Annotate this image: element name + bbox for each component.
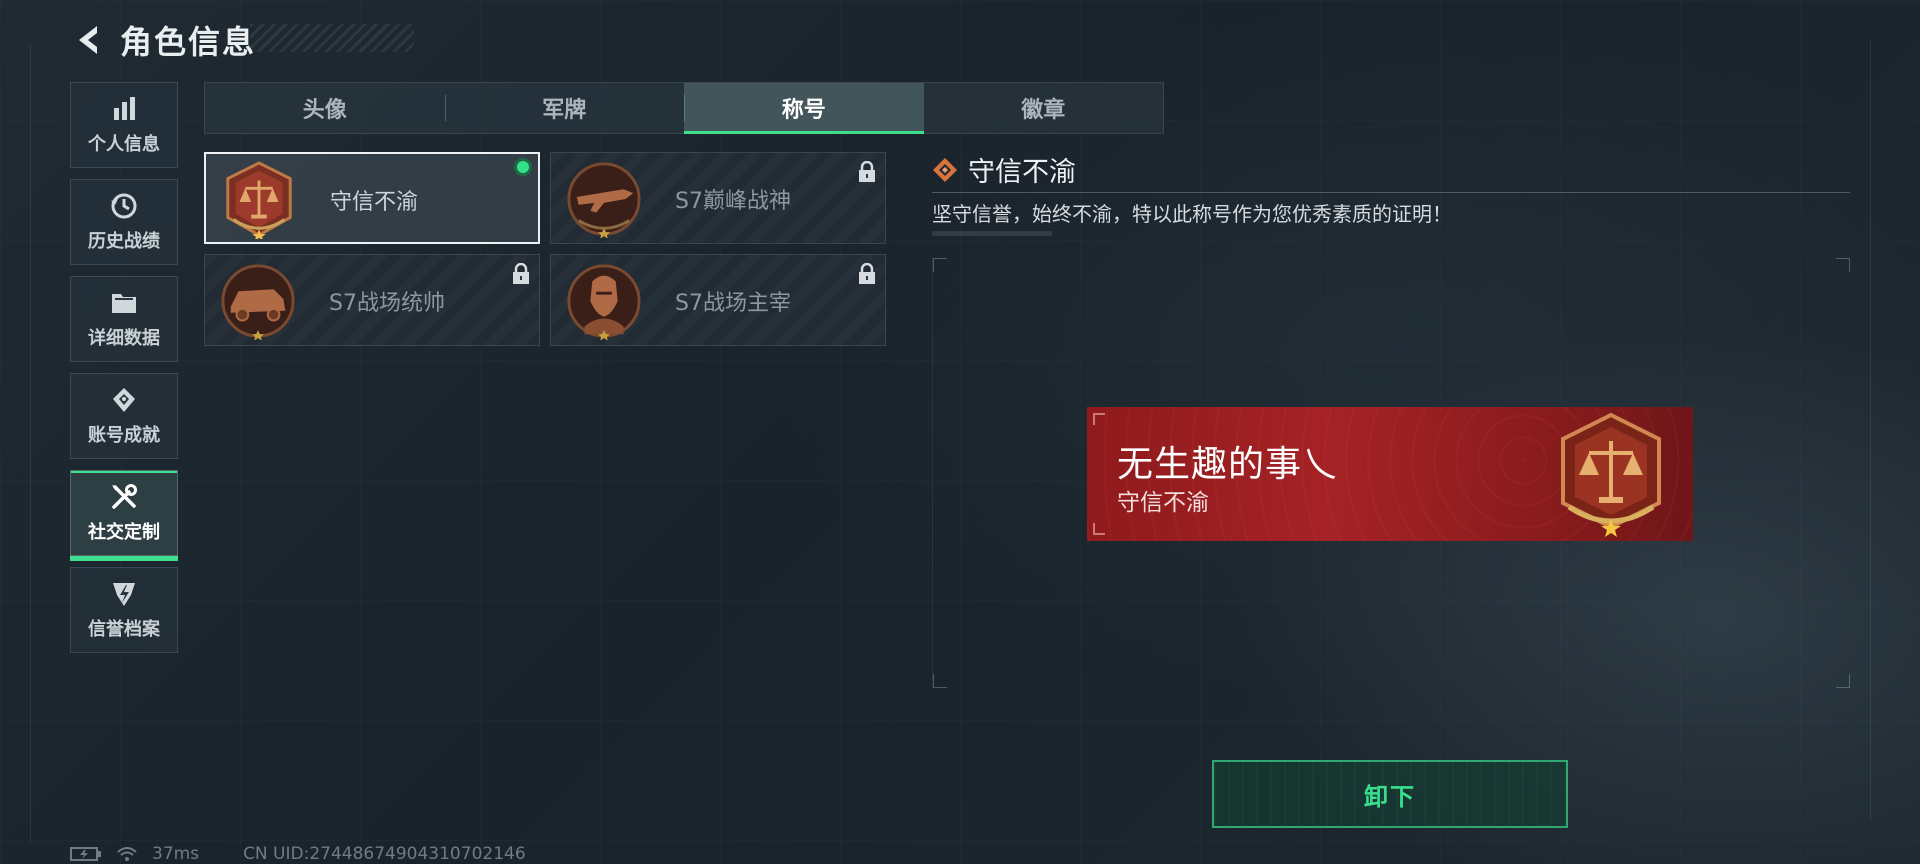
title-card-shouxin[interactable]: 守信不渝 bbox=[204, 152, 540, 244]
sidebar-item-social-customization[interactable]: 社交定制 bbox=[70, 470, 178, 561]
frame-corner bbox=[1836, 258, 1850, 272]
equipped-status-dot bbox=[514, 158, 532, 176]
sidebar-item-reputation[interactable]: 信誉档案 bbox=[70, 567, 178, 653]
achievement-icon bbox=[113, 388, 135, 412]
ping-text: 37ms bbox=[152, 844, 200, 864]
status-bar: 37ms CN UID:27448674904310702146 bbox=[70, 844, 526, 864]
detail-description: 坚守信誉，始终不渝，特以此称号作为您优秀素质的证明！ bbox=[932, 202, 1452, 226]
back-button[interactable] bbox=[66, 16, 114, 64]
category-tabs: 头像 军牌 称号 徽章 bbox=[204, 82, 1164, 134]
unequip-button[interactable]: 卸下 bbox=[1212, 760, 1568, 828]
lock-icon bbox=[859, 161, 875, 182]
tools-icon bbox=[112, 484, 137, 509]
title-card-label: S7战场统帅 bbox=[329, 291, 445, 316]
nameplate-title: 守信不渝 bbox=[1117, 490, 1209, 516]
detail-divider bbox=[932, 192, 1850, 193]
frame-corner bbox=[1836, 674, 1850, 688]
title-card-label: 守信不渝 bbox=[330, 190, 419, 215]
tab-badge[interactable]: 徽章 bbox=[924, 83, 1164, 133]
title-card-label: S7战场主宰 bbox=[675, 291, 791, 316]
sidebar-item-history[interactable]: 历史战绩 bbox=[70, 179, 178, 265]
tab-avatar[interactable]: 头像 bbox=[205, 83, 445, 133]
sidebar-item-label: 账号成就 bbox=[88, 425, 160, 446]
sidebar-item-achievements[interactable]: 账号成就 bbox=[70, 373, 178, 459]
sidebar-nav: 个人信息 历史战绩 详细数据 账号成就 社交定制 信誉档案 bbox=[70, 82, 180, 664]
back-arrow-icon bbox=[79, 26, 97, 54]
title-diamond-icon bbox=[933, 157, 957, 182]
uid-text: CN UID:27448674904310702146 bbox=[243, 844, 526, 864]
description-decoration-bar bbox=[932, 231, 1052, 236]
plate-corner bbox=[1093, 413, 1105, 425]
soldier-emblem-icon bbox=[567, 264, 641, 340]
title-card-s7-commander[interactable]: S7战场统帅 bbox=[204, 254, 540, 346]
frame-line-right bbox=[1870, 40, 1871, 820]
sidebar-item-label: 社交定制 bbox=[88, 522, 160, 543]
sidebar-item-detailed-data[interactable]: 详细数据 bbox=[70, 276, 178, 362]
sidebar-item-personal-info[interactable]: 个人信息 bbox=[70, 82, 178, 168]
sidebar-item-label: 个人信息 bbox=[88, 134, 160, 155]
sidebar-item-label: 信誉档案 bbox=[88, 619, 160, 640]
sidebar-item-label: 历史战绩 bbox=[88, 231, 160, 252]
rifle-emblem-icon bbox=[567, 162, 641, 238]
detail-header: 守信不渝 bbox=[932, 150, 1076, 189]
bar-chart-icon bbox=[114, 97, 135, 120]
plate-corner bbox=[1093, 523, 1105, 535]
tab-title[interactable]: 称号 bbox=[684, 83, 924, 134]
title-decoration bbox=[250, 24, 414, 52]
detail-title: 守信不渝 bbox=[968, 157, 1076, 188]
page-header: 角色信息 bbox=[66, 14, 256, 66]
scales-emblem-icon bbox=[1561, 412, 1661, 537]
page-title: 角色信息 bbox=[120, 23, 257, 61]
frame-corner bbox=[933, 258, 947, 272]
history-clock-icon bbox=[111, 193, 137, 219]
tab-dog-tag[interactable]: 军牌 bbox=[444, 83, 685, 133]
lock-icon bbox=[513, 263, 529, 284]
frame-corner bbox=[933, 674, 947, 688]
battery-icon bbox=[70, 847, 101, 861]
title-card-label: S7巅峰战神 bbox=[675, 189, 791, 214]
folder-icon bbox=[112, 294, 136, 313]
nameplate-preview: 无生趣的事乀 守信不渝 bbox=[1087, 407, 1693, 541]
wifi-icon bbox=[117, 847, 137, 861]
sidebar-item-label: 详细数据 bbox=[88, 328, 160, 349]
title-card-s7-dominator[interactable]: S7战场主宰 bbox=[550, 254, 886, 346]
player-name: 无生趣的事乀 bbox=[1117, 444, 1340, 485]
scales-emblem-icon bbox=[226, 161, 292, 239]
title-card-s7-peak[interactable]: S7巅峰战神 bbox=[550, 152, 886, 244]
reputation-icon bbox=[113, 583, 135, 606]
vehicle-emblem-icon bbox=[221, 264, 295, 340]
lock-icon bbox=[859, 263, 875, 284]
frame-line-left bbox=[30, 44, 31, 844]
